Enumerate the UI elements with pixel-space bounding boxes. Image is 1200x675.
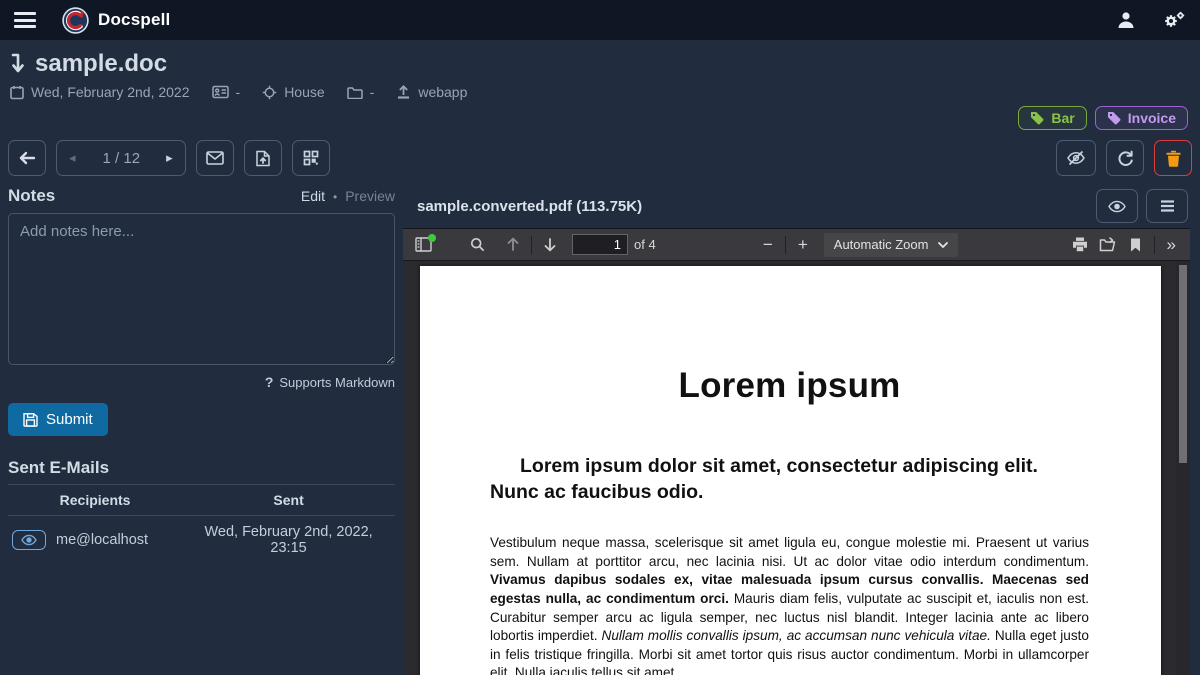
notes-heading: Notes [8,186,55,206]
bars-icon [1160,200,1175,212]
markdown-hint-label: Supports Markdown [279,375,395,390]
help-icon: ? [265,374,274,390]
pdf-page-area[interactable]: Lorem ipsum Lorem ipsum dolor sit amet, … [403,261,1190,675]
notes-textarea[interactable] [8,213,395,365]
zoom-level-value: Automatic Zoom [834,237,929,252]
eye-icon [1108,200,1126,213]
pdfjs-toolbar: of 4 − + Automatic Zoom [403,229,1190,261]
correspondent-value: - [236,84,241,100]
view-mail-button[interactable] [12,530,46,550]
tag-bar[interactable]: Bar [1018,106,1086,130]
save-icon [23,412,38,427]
submit-notes-button[interactable]: Submit [8,403,108,436]
scrollbar-thumb[interactable] [1179,265,1187,463]
page-number-input[interactable] [572,234,628,255]
document-title: sample.doc [35,50,167,78]
tag-icon [1107,111,1121,125]
mail-sent-date: Wed, February 2nd, 2022, 23:15 [182,516,395,565]
menu-icon[interactable] [14,12,36,28]
next-item-button[interactable]: ▸ [154,141,185,175]
bookmark-button[interactable] [1122,232,1150,258]
folder-value: - [370,84,375,100]
brand-name: Docspell [98,10,170,30]
settings-gears-icon[interactable] [1162,10,1186,30]
concerning-value: House [284,84,324,100]
tag-icon [1030,111,1044,125]
attachment-filename: sample.converted.pdf (113.75K) [417,198,642,215]
zoom-out-button[interactable]: − [755,235,781,255]
folder-icon [347,86,363,99]
tag-invoice[interactable]: Invoice [1095,106,1188,130]
item-toolbar: ◂ 1 / 12 ▸ [0,136,1200,184]
add-file-button[interactable] [244,140,282,176]
pdf-viewer: of 4 − + Automatic Zoom [403,228,1190,675]
upload-source-icon [396,85,411,99]
notification-dot [428,234,436,242]
download-button[interactable] [1094,232,1122,258]
print-button[interactable] [1066,232,1094,258]
tag-label: Invoice [1128,110,1176,126]
source-value: webapp [418,84,467,100]
page-indicator: 1 / 12 [89,141,155,175]
pdf-doc-paragraph: Vestibulum neque massa, scelerisque sit … [490,534,1089,675]
attachment-view-button[interactable] [1096,189,1138,223]
item-date: Wed, February 2nd, 2022 [31,84,190,100]
delete-item-button[interactable] [1154,140,1192,176]
arrow-down-icon [10,52,27,76]
sent-emails-table: Recipients Sent [8,485,395,564]
docspell-app: Docspell [0,0,1200,675]
markdown-help-link[interactable]: ? Supports Markdown [8,374,395,390]
send-mail-button[interactable] [196,140,234,176]
docspell-logo-icon [62,7,89,34]
zoom-level-select[interactable]: Automatic Zoom [824,233,959,257]
pdf-scrollbar[interactable] [1176,261,1190,675]
sent-emails-heading: Sent E-Mails [8,458,395,485]
separator-dot: • [333,190,337,204]
table-row: me@localhost Wed, February 2nd, 2022, 23… [8,516,395,565]
concerning-target-icon [262,85,277,100]
find-button[interactable] [463,232,491,258]
tags-row: Bar Invoice [0,100,1200,136]
mail-recipient: me@localhost [56,532,148,548]
calendar-icon [10,85,24,100]
document-header: sample.doc Wed, February 2nd, 2022 - [0,40,1200,100]
submit-label: Submit [46,411,93,428]
col-sent: Sent [182,485,395,516]
tag-label: Bar [1051,110,1074,126]
pdf-page: Lorem ipsum Lorem ipsum dolor sit amet, … [420,266,1161,675]
user-account-icon[interactable] [1116,10,1136,30]
next-page-button[interactable] [536,232,564,258]
attachment-menu-button[interactable] [1146,189,1188,223]
eye-icon [21,534,37,546]
col-recipients: Recipients [8,485,182,516]
metadata-grid-button[interactable] [292,140,330,176]
more-tools-button[interactable]: » [1159,235,1184,255]
previous-page-button[interactable] [499,232,527,258]
pdf-preview-panel: sample.converted.pdf (113.75K) [403,184,1200,675]
back-button[interactable] [8,140,46,176]
item-pager: ◂ 1 / 12 ▸ [56,140,186,176]
unconfirm-eye-slash-button[interactable] [1056,140,1096,176]
notes-preview-link[interactable]: Preview [345,188,395,204]
chevron-down-icon [938,242,948,248]
pdf-doc-title: Lorem ipsum [490,366,1089,406]
page-count-label: of 4 [634,237,656,252]
prev-item-button[interactable]: ◂ [57,141,89,175]
notes-sidebar: Notes Edit • Preview ? Supports Markdown… [0,184,403,675]
top-navbar: Docspell [0,0,1200,40]
correspondent-card-icon [212,85,229,99]
zoom-in-button[interactable]: + [790,235,816,255]
sidebar-toggle-button[interactable] [409,232,437,258]
pdf-doc-subheading: Lorem ipsum dolor sit amet, consectetur … [490,453,1089,505]
notes-edit-link[interactable]: Edit [301,188,325,204]
brand[interactable]: Docspell [62,7,170,34]
reprocess-refresh-button[interactable] [1106,140,1144,176]
